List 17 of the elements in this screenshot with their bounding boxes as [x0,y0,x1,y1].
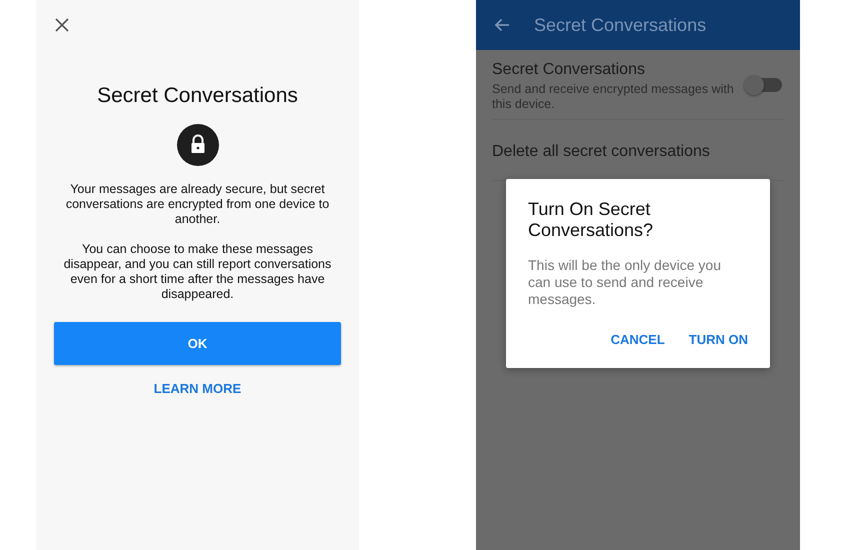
dialog-message: This will be the only device you can use to send and receive messages. [528,257,722,308]
toggle-switch[interactable] [746,78,782,92]
setting-description: Send and receive encrypted messages with this device. [492,82,735,112]
back-button[interactable] [494,18,510,32]
confirm-button[interactable]: TURN ON [688,330,748,350]
lock-icon [176,124,218,166]
cancel-button[interactable]: CANCEL [610,330,665,350]
body-text: You can choose to make these messages disappear, and you can still report conversations even for a short time after the messages have disappeared. [62,242,332,302]
ok-button[interactable]: OK [54,322,341,366]
dialog-title: Turn On Secret Conversations? [528,199,654,241]
setting-action[interactable]: Delete all secret conversations [492,140,710,164]
setting-title: Secret Conversations [492,60,646,80]
close-button[interactable] [54,17,70,33]
app-bar-title: Secret Conversations [534,14,706,36]
screen-title: Secret Conversations [96,83,299,108]
body-text: Your messages are already secure, but secret conversations are encrypted from one device to another. [64,182,330,228]
learn-more-link[interactable]: LEARN MORE [154,379,242,399]
